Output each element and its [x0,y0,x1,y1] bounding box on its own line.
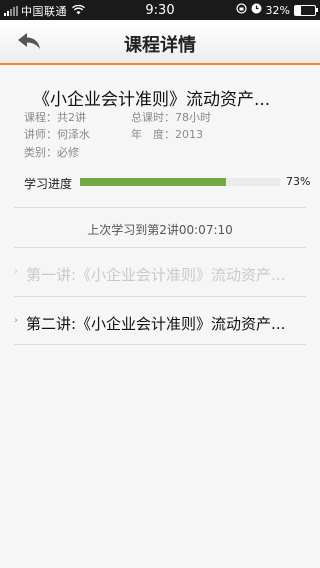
chevron-right-icon: › [14,266,18,277]
lecture-item-2[interactable]: › 第二讲:《小企业会计准则》流动资产... [14,305,306,341]
course-lessons: 课程：共2讲 [24,111,86,124]
lecture-item-1[interactable]: › 第一讲:《小企业会计准则》流动资产... [14,256,306,292]
lecture-title: 第一讲:《小企业会计准则》流动资产... [26,266,286,284]
page-title: 课程详情 [124,35,196,56]
status-right: 32% [235,3,318,17]
course-teacher: 讲师：何泽水 [24,128,90,141]
progress-value: 73% [286,175,311,188]
lecture-title: 第二讲:《小企业会计准则》流动资产... [26,315,286,333]
course-hours: 总课时：78小时 [131,111,211,124]
last-study-position: 上次学习到第2讲00:07:10 [87,223,233,237]
divider [14,296,306,297]
status-bar: 中国联通 9:30 32% [0,0,320,20]
battery-percent: 32% [265,3,290,17]
nav-bar: 课程详情 [0,20,320,65]
divider [14,344,306,345]
course-year: 年 度：2013 [131,128,203,141]
divider [14,207,306,208]
battery-icon [294,4,318,16]
course-category: 类别：必修 [24,146,79,159]
alarm-icon [251,3,262,17]
progress-label: 学习进度 [24,177,73,191]
progress-fill [80,178,226,186]
battery-fill [295,5,302,15]
rotation-lock-icon [235,3,247,17]
course-title: 《小企业会计准则》流动资产... [33,90,271,110]
divider [14,247,306,248]
chevron-right-icon: › [14,315,18,326]
progress-bar [80,178,280,186]
